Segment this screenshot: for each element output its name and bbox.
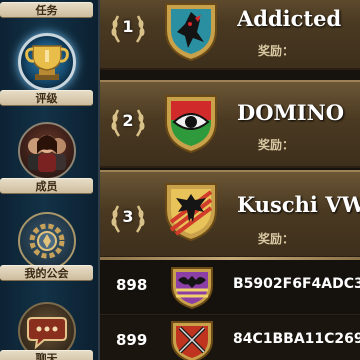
guild-name: Kuschi VW (237, 192, 360, 217)
ranking-row[interactable]: 898 B5902F6F4ADC3 (100, 260, 360, 315)
ranking-row-top[interactable]: 3 Kuschi VW 奖励： (100, 170, 360, 258)
reward-label: 奖励： (258, 44, 295, 58)
ranking-row[interactable]: 899 84C1BBA11C269E (100, 316, 360, 360)
guild-sidebar: 任务 评级 成员 我的公会 聊天 (0, 0, 100, 360)
reward-label: 奖励： (258, 232, 295, 246)
sidebar-item-ranking[interactable]: 评级 (0, 28, 98, 106)
sidebar-item-label: 聊天 (0, 350, 93, 360)
guild-name: Addicted (237, 6, 342, 31)
sidebar-item-my-guild[interactable]: 我的公会 (0, 208, 98, 286)
sidebar-item-label: 我的公会 (0, 265, 93, 281)
bat-emblem-icon (168, 264, 216, 310)
trophy-icon (18, 33, 76, 91)
guild-name: DOMINO (237, 100, 345, 125)
members-icon (18, 122, 76, 180)
laurel-rank-badge-icon: 2 (108, 102, 148, 142)
laurel-rank-badge-icon: 1 (108, 8, 148, 48)
sidebar-item-label: 评级 (0, 90, 93, 106)
ranking-row-top[interactable]: 1 Addicted 奖励： (100, 0, 360, 70)
rank-number: 2 (122, 111, 134, 130)
rank-number: 898 (116, 276, 148, 294)
reward-label: 奖励： (258, 138, 295, 152)
laurel-rank-badge-icon: 3 (108, 198, 148, 238)
guild-name: 84C1BBA11C269E (233, 331, 360, 347)
guild-crest-icon (18, 212, 76, 270)
rank-number: 3 (122, 207, 134, 226)
crossed-swords-emblem-icon (168, 318, 216, 360)
sidebar-item-label: 成员 (0, 178, 93, 194)
sidebar-item-chat[interactable]: 聊天 (0, 298, 98, 360)
rank-number: 899 (116, 331, 148, 349)
eye-emblem-icon (160, 90, 222, 156)
guild-ranking-list: 1 Addicted 奖励： 2 DOMINO 奖励： 3 Kuschi VW … (100, 0, 360, 360)
sidebar-item-label: 任务 (0, 2, 93, 18)
dragon-emblem-icon (160, 0, 222, 64)
eagle-emblem-icon (160, 178, 222, 244)
ranking-row-top[interactable]: 2 DOMINO 奖励： (100, 80, 360, 168)
rank-number: 1 (122, 17, 134, 36)
guild-name: B5902F6F4ADC3 (233, 276, 360, 292)
sidebar-item-members[interactable]: 成员 (0, 118, 98, 196)
sidebar-item-quests[interactable]: 任务 (0, 0, 98, 22)
